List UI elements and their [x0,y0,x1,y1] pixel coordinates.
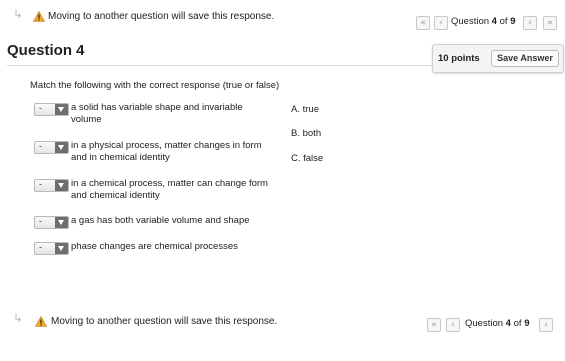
question-counter: Question 4 of 9 [465,318,530,329]
question-instructions: Match the following with the correct res… [30,80,280,91]
option-c: C. false [291,153,324,164]
statement-4: a gas has both variable volume and shape [71,215,250,226]
statement-2: in a physical process, matter changes in… [71,140,262,163]
prev-question-button[interactable]: ‹ [434,16,448,30]
return-arrow-icon: ↳ [13,311,24,325]
question-counter: Question 4 of 9 [451,16,516,27]
match-select-1[interactable]: - [34,103,69,116]
points-label: 10 points [438,53,480,64]
statement-5: phase changes are chemical processes [71,241,238,252]
match-select-4[interactable]: - [34,216,69,229]
save-answer-button[interactable]: Save Answer [491,50,559,67]
first-question-button[interactable]: « [416,16,430,30]
match-select-5[interactable]: - [34,242,69,255]
option-b: B. both [291,128,322,139]
chevron-down-icon [55,243,68,254]
next-question-button[interactable]: › [523,16,537,30]
statement-1: a solid has variable shape and invariabl… [71,102,243,125]
chevron-down-icon [55,180,68,191]
chevron-down-icon [55,217,68,228]
save-notice-text: Moving to another question will save thi… [48,11,275,22]
next-question-button[interactable]: › [539,318,553,332]
header-divider [7,65,432,66]
question-title: Question 4 [7,42,85,59]
statement-3: in a chemical process, matter can change… [71,178,268,201]
last-question-button[interactable]: » [543,16,557,30]
option-a: A. true [291,104,319,115]
return-arrow-icon: ↳ [13,7,24,21]
points-panel: 10 points Save Answer [432,44,564,73]
warning-icon [35,316,47,327]
warning-icon [33,11,45,22]
prev-question-button[interactable]: ‹ [446,318,460,332]
match-select-3[interactable]: - [34,179,69,192]
chevron-down-icon [55,142,68,153]
save-notice-text: Moving to another question will save thi… [51,316,278,327]
match-select-2[interactable]: - [34,141,69,154]
chevron-down-icon [55,104,68,115]
first-question-button[interactable]: « [427,318,441,332]
